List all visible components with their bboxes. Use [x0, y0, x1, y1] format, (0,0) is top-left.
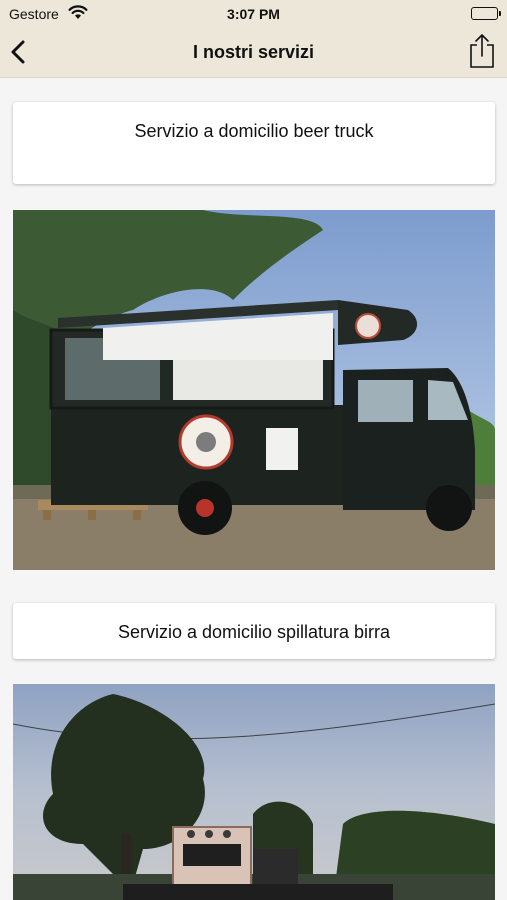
services-list[interactable]: Servizio a domicilio beer truck Servizio…	[0, 78, 507, 900]
beer-tapping-photo	[13, 684, 495, 900]
clock: 3:07 PM	[227, 6, 280, 22]
service-label: Servizio a domicilio spillatura birra	[117, 622, 391, 642]
service-label: Servizio a domicilio beer truck	[134, 121, 374, 141]
share-icon	[470, 34, 494, 68]
service-card-beer-tapping[interactable]: Servizio a domicilio spillatura birra	[13, 603, 495, 659]
battery-icon	[471, 7, 501, 20]
share-button[interactable]	[467, 33, 497, 69]
navigation-bar: I nostri servizi	[0, 28, 507, 78]
status-bar: Gestore 3:07 PM	[0, 0, 507, 28]
beer-truck-photo	[13, 210, 495, 570]
page-title: I nostri servizi	[192, 42, 315, 62]
service-card-beer-truck[interactable]: Servizio a domicilio beer truck	[13, 102, 495, 184]
